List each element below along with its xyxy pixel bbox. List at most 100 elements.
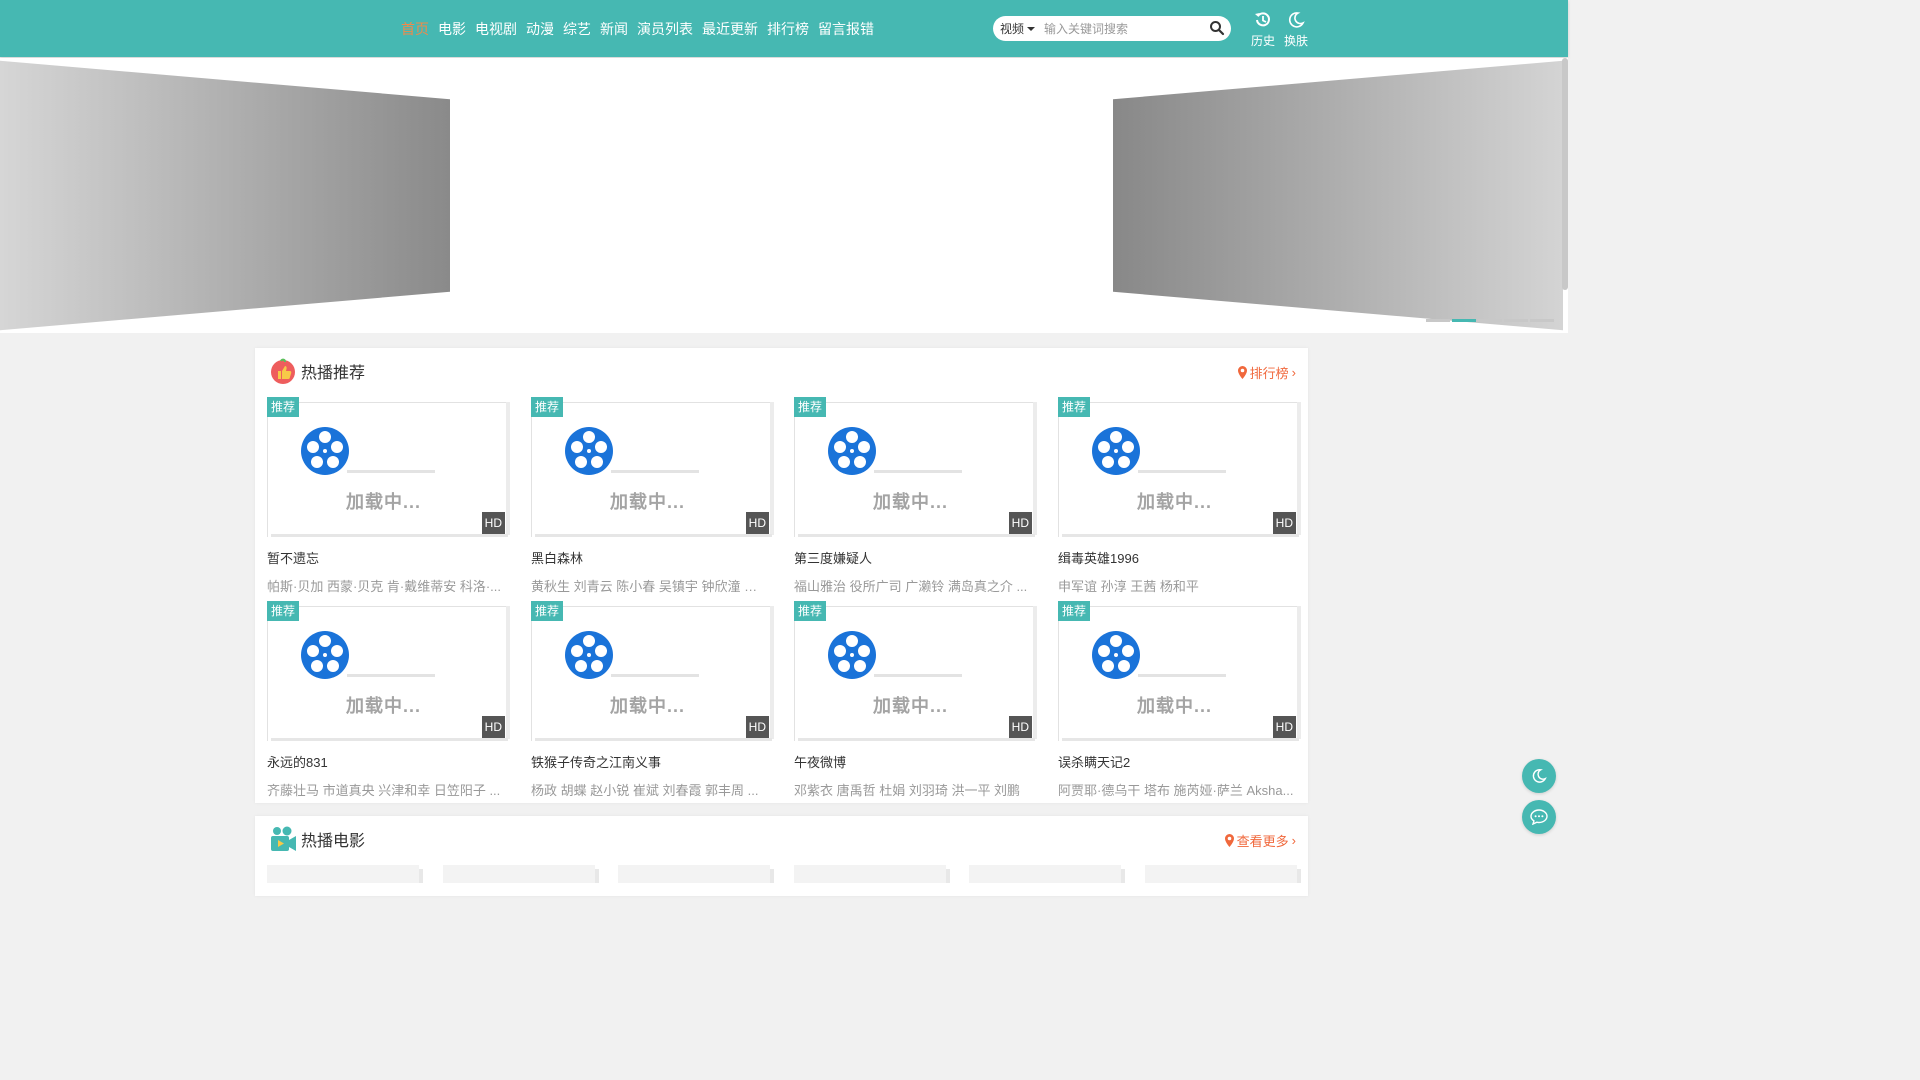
recommend-badge: 推荐: [267, 601, 300, 621]
movie-card[interactable]: 加载中... 推荐 HD 永远的831 齐藤壮马 市道真央 兴津和幸 日笠阳子 ...: [267, 601, 510, 799]
movie-poster[interactable]: [443, 865, 599, 883]
view-more-link[interactable]: 查看更多 ›: [1224, 831, 1296, 850]
loading-bar: [347, 470, 435, 473]
movie-card[interactable]: 加载中... 推荐 HD 第三度嫌疑人 福山雅治 役所广司 广濑铃 满岛真之介 ...: [794, 397, 1037, 595]
theme-button[interactable]: 换肤: [1281, 11, 1311, 49]
loading-bar: [611, 674, 699, 677]
loading-text: 加载中...: [345, 696, 421, 716]
nav-item-9[interactable]: 留言报错: [818, 19, 874, 39]
poster-shadow: [506, 402, 510, 535]
movie-poster[interactable]: 加载中... 推荐 HD: [794, 397, 1037, 537]
banner-slide-right[interactable]: [1113, 60, 1563, 331]
film-reel-icon: [300, 426, 350, 481]
movie-poster[interactable]: 加载中... 推荐 HD: [531, 601, 774, 741]
movie-poster[interactable]: [1145, 865, 1301, 883]
nav-item-4[interactable]: 综艺: [563, 19, 591, 39]
quality-badge: HD: [1272, 716, 1296, 738]
movie-cast: 申军谊 孙淳 王茜 杨和平: [1058, 579, 1199, 594]
quality-badge: HD: [1008, 716, 1032, 738]
search-icon[interactable]: [1209, 20, 1225, 36]
movie-poster[interactable]: 加载中... 推荐 HD: [267, 397, 510, 537]
movie-title[interactable]: 黑白森林: [531, 548, 774, 567]
poster-shadow: [1033, 606, 1037, 739]
chat-bubble-icon: [1530, 809, 1548, 825]
movie-poster[interactable]: [969, 865, 1125, 883]
movie-card[interactable]: 加载中... 推荐 HD 黑白森林黄秋生 刘青云 陈小春 吴镇宇 钟欣潼 黄...: [531, 397, 774, 595]
main-nav: 首页 电影 电视剧 动漫 综艺 新闻 演员列表 最近更新 排行榜 留言报错: [401, 0, 874, 57]
movie-card[interactable]: 加载中... 推荐 HD 误杀瞒天记2 阿贾耶·德乌干 塔布 施芮娅·萨兰 Aksha.…: [1058, 601, 1301, 799]
movie-card[interactable]: 加载中... 推荐 HD 暂不遗忘 帕斯·贝加 西蒙·贝克 肯·戴维蒂安 科洛·...: [267, 397, 510, 595]
banner-dot[interactable]: [1504, 319, 1528, 322]
history-button[interactable]: 历史: [1248, 11, 1278, 49]
search-input[interactable]: [1042, 20, 1206, 37]
movie-title[interactable]: 误杀瞒天记2: [1058, 752, 1301, 771]
movie-poster[interactable]: 加载中... 推荐 HD: [1058, 601, 1301, 741]
nav-item-6[interactable]: 演员列表: [637, 19, 693, 39]
nav-item-0[interactable]: 首页: [401, 19, 429, 39]
ranking-link[interactable]: 排行榜 ›: [1237, 363, 1296, 382]
movie-poster[interactable]: [794, 865, 950, 883]
poster-shadow: [798, 534, 1035, 537]
banner-dot[interactable]: [1478, 319, 1502, 322]
banner-slide-left[interactable]: [0, 60, 450, 331]
film-reel-icon: [564, 426, 614, 481]
nav-item-3[interactable]: 动漫: [526, 19, 554, 39]
nav-item-1[interactable]: 电影: [438, 19, 466, 39]
film-reel-icon: [1091, 630, 1141, 685]
search-category-label: 视频: [1000, 22, 1025, 36]
quality-badge: HD: [481, 512, 505, 534]
film-reel-icon: [1091, 426, 1141, 481]
movie-card[interactable]: 加载中... 推荐 HD 缉毒英雄1996 申军谊 孙淳 王茜 杨和平: [1058, 397, 1301, 595]
movie-title[interactable]: 第三度嫌疑人: [794, 548, 1037, 567]
banner-dot[interactable]: [1530, 319, 1554, 322]
banner-dot[interactable]: [1426, 319, 1450, 322]
recommend-badge: 推荐: [267, 397, 300, 417]
hot-movies-panel: 热播电影 查看更多 ›: [255, 816, 1308, 896]
movie-title[interactable]: 永远的831: [267, 752, 510, 771]
film-reel-icon: [564, 630, 614, 685]
page-scrollbar[interactable]: [1562, 58, 1568, 290]
view-more-label: 查看更多: [1236, 834, 1289, 849]
panel-header: 热播电影: [269, 824, 365, 854]
nav-item-7[interactable]: 最近更新: [702, 19, 758, 39]
search-category-select[interactable]: 视频: [993, 20, 1036, 37]
panel-title: 热播推荐: [301, 365, 366, 382]
movie-poster[interactable]: 加载中... 推荐 HD: [531, 397, 774, 537]
nav-item-8[interactable]: 排行榜: [767, 19, 809, 39]
banner-dot[interactable]: [1452, 319, 1476, 322]
movie-title[interactable]: 铁猴子传奇之江南义事: [531, 752, 774, 771]
banner-indicators: [1426, 319, 1554, 322]
movie-poster[interactable]: [618, 865, 774, 883]
movie-cast: 杨政 胡蝶 赵小锐 崔斌 刘春霞 郭丰周 ...: [531, 783, 759, 798]
poster-shadow: [770, 606, 774, 739]
dark-mode-float-button[interactable]: [1522, 759, 1556, 793]
movie-poster[interactable]: 加载中... 推荐 HD: [794, 601, 1037, 741]
movie-title[interactable]: 缉毒英雄1996: [1058, 548, 1301, 567]
panel-header: 热播推荐: [269, 356, 365, 386]
loading-text: 加载中...: [872, 492, 948, 512]
loading-text: 加载中...: [345, 492, 421, 512]
movie-camera-icon: [271, 826, 296, 851]
recommend-badge: 推荐: [1058, 397, 1091, 417]
movie-poster[interactable]: 加载中... 推荐 HD: [1058, 397, 1301, 537]
movie-title[interactable]: 午夜微博: [794, 752, 1037, 771]
feedback-float-button[interactable]: [1522, 800, 1556, 834]
movie-card[interactable]: 加载中... 推荐 HD 午夜微博 邓紫衣 唐禹哲 杜娟 刘羽琦 洪一平 刘鹏: [794, 601, 1037, 799]
movie-card[interactable]: 加载中... 推荐 HD 铁猴子传奇之江南义事杨政 胡蝶 赵小锐 崔斌 刘春霞 郭丰周…: [531, 601, 774, 799]
history-icon: [1255, 12, 1270, 27]
movie-title[interactable]: 暂不遗忘: [267, 548, 510, 567]
loading-text: 加载中...: [609, 492, 685, 512]
movie-poster[interactable]: 加载中... 推荐 HD: [267, 601, 510, 741]
poster-shadow: [798, 738, 1035, 741]
banner-carousel[interactable]: [0, 58, 1568, 333]
nav-item-2[interactable]: 电视剧: [475, 19, 517, 39]
loading-bar: [1138, 674, 1226, 677]
recommend-badge: 推荐: [531, 601, 564, 621]
nav-item-5[interactable]: 新闻: [600, 19, 628, 39]
movie-cast: 邓紫衣 唐禹哲 杜娟 刘羽琦 洪一平 刘鹏: [794, 783, 1021, 798]
recommend-badge: 推荐: [794, 601, 827, 621]
movie-poster[interactable]: [267, 865, 423, 883]
poster-shadow: [506, 606, 510, 739]
poster-shadow: [535, 738, 772, 741]
movie-cast: 黄秋生 刘青云 陈小春 吴镇宇 钟欣潼 黄...: [531, 579, 767, 594]
